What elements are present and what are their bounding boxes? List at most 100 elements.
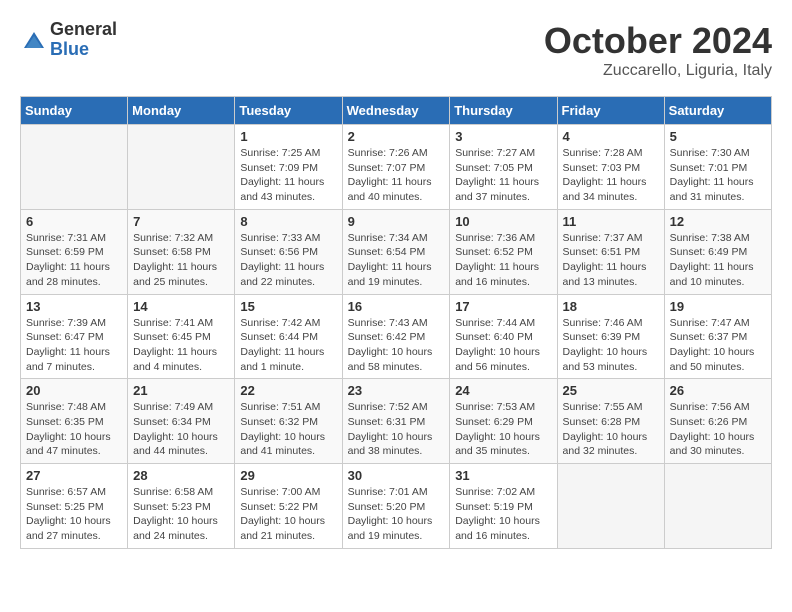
day-number: 20 <box>26 383 122 398</box>
sunrise-text: Sunrise: 7:01 AM <box>348 486 428 498</box>
calendar-day: 18 Sunrise: 7:46 AMSunset: 6:39 PMDayligh… <box>557 294 664 379</box>
header-thursday: Thursday <box>450 97 557 125</box>
day-number: 13 <box>26 299 122 314</box>
daylight-text: Daylight: 11 hours and 34 minutes. <box>563 176 647 203</box>
sunset-text: Sunset: 7:03 PM <box>563 162 641 174</box>
sunrise-text: Sunrise: 7:44 AM <box>455 317 535 329</box>
day-number: 15 <box>240 299 336 314</box>
sunrise-text: Sunrise: 7:39 AM <box>26 317 106 329</box>
daylight-text: Daylight: 11 hours and 43 minutes. <box>240 176 324 203</box>
day-number: 24 <box>455 383 551 398</box>
calendar-day: 7 Sunrise: 7:32 AMSunset: 6:58 PMDaylight… <box>128 209 235 294</box>
sunset-text: Sunset: 6:29 PM <box>455 416 533 428</box>
calendar-day: 27Sunrise: 6:57 AMSunset: 5:25 PMDayligh… <box>21 464 128 549</box>
day-number: 30 <box>348 468 445 483</box>
day-info: Sunrise: 7:53 AMSunset: 6:29 PMDaylight:… <box>455 400 551 459</box>
daylight-text: Daylight: 10 hours and 24 minutes. <box>133 515 218 542</box>
daylight-text: Daylight: 10 hours and 35 minutes. <box>455 431 540 458</box>
sunrise-text: Sunrise: 7:55 AM <box>563 401 643 413</box>
sunrise-text: Sunrise: 7:51 AM <box>240 401 320 413</box>
daylight-text: Daylight: 11 hours and 40 minutes. <box>348 176 432 203</box>
day-info: Sunrise: 7:42 AMSunset: 6:44 PMDaylight:… <box>240 316 336 375</box>
sunset-text: Sunset: 5:23 PM <box>133 501 211 513</box>
calendar-day: 8Sunrise: 7:33 AMSunset: 6:56 PMDaylight… <box>235 209 342 294</box>
month-title: October 2024 <box>544 20 772 62</box>
day-info: Sunrise: 7:37 AMSunset: 6:51 PMDaylight:… <box>563 231 659 290</box>
header-tuesday: Tuesday <box>235 97 342 125</box>
daylight-text: Daylight: 11 hours and 31 minutes. <box>670 176 754 203</box>
day-number: 12 <box>670 214 766 229</box>
sunrise-text: Sunrise: 7:27 AM <box>455 147 535 159</box>
daylight-text: Daylight: 11 hours and 7 minutes. <box>26 346 110 373</box>
sunset-text: Sunset: 6:40 PM <box>455 331 533 343</box>
day-info: Sunrise: 7:32 AMSunset: 6:58 PMDaylight:… <box>133 231 229 290</box>
day-number: 7 <box>133 214 229 229</box>
calendar-week-row: 20 Sunrise: 7:48 AMSunset: 6:35 PMDayligh… <box>21 379 772 464</box>
day-info: Sunrise: 7:48 AMSunset: 6:35 PMDaylight:… <box>26 400 122 459</box>
calendar-day: 29Sunrise: 7:00 AMSunset: 5:22 PMDayligh… <box>235 464 342 549</box>
sunrise-text: Sunrise: 7:32 AM <box>133 232 213 244</box>
sunset-text: Sunset: 6:32 PM <box>240 416 318 428</box>
day-info: Sunrise: 6:57 AMSunset: 5:25 PMDaylight:… <box>26 485 122 544</box>
day-info: Sunrise: 7:34 AMSunset: 6:54 PMDaylight:… <box>348 231 445 290</box>
calendar-day: 23 Sunrise: 7:52 AMSunset: 6:31 PMDayligh… <box>342 379 450 464</box>
sunrise-text: Sunrise: 7:56 AM <box>670 401 750 413</box>
calendar-day: 6Sunrise: 7:31 AMSunset: 6:59 PMDaylight… <box>21 209 128 294</box>
calendar-day: 5Sunrise: 7:30 AMSunset: 7:01 PMDaylight… <box>664 125 771 210</box>
sunrise-text: Sunrise: 7:49 AM <box>133 401 213 413</box>
daylight-text: Daylight: 10 hours and 53 minutes. <box>563 346 648 373</box>
sunset-text: Sunset: 6:47 PM <box>26 331 104 343</box>
sunrise-text: Sunrise: 7:33 AM <box>240 232 320 244</box>
daylight-text: Daylight: 10 hours and 41 minutes. <box>240 431 325 458</box>
logo-general-text: General <box>50 20 117 40</box>
daylight-text: Daylight: 11 hours and 1 minute. <box>240 346 324 373</box>
day-info: Sunrise: 7:39 AM Sunset: 6:47 PM Daylight:… <box>26 316 122 375</box>
sunset-text: Sunset: 6:39 PM <box>563 331 641 343</box>
day-info: Sunrise: 7:33 AMSunset: 6:56 PMDaylight:… <box>240 231 336 290</box>
day-info: Sunrise: 7:52 AMSunset: 6:31 PMDaylight:… <box>348 400 445 459</box>
daylight-text: Daylight: 10 hours and 16 minutes. <box>455 515 540 542</box>
sunrise-text: Sunrise: 7:42 AM <box>240 317 320 329</box>
daylight-text: Daylight: 10 hours and 21 minutes. <box>240 515 325 542</box>
calendar-day: 15 Sunrise: 7:42 AMSunset: 6:44 PMDayligh… <box>235 294 342 379</box>
daylight-text: Daylight: 11 hours and 22 minutes. <box>240 261 324 288</box>
calendar-day: 4Sunrise: 7:28 AMSunset: 7:03 PMDaylight… <box>557 125 664 210</box>
sunset-text: Sunset: 6:34 PM <box>133 416 211 428</box>
day-number: 18 <box>563 299 659 314</box>
day-info: Sunrise: 7:41 AMSunset: 6:45 PMDaylight:… <box>133 316 229 375</box>
day-number: 2 <box>348 129 445 144</box>
calendar-day <box>557 464 664 549</box>
day-info: Sunrise: 7:51 AM Sunset: 6:32 PM Daylight:… <box>240 400 336 459</box>
day-info: Sunrise: 7:46 AMSunset: 6:39 PMDaylight:… <box>563 316 659 375</box>
day-number: 5 <box>670 129 766 144</box>
daylight-text: Daylight: 10 hours and 47 minutes. <box>26 431 111 458</box>
daylight-text: Daylight: 10 hours and 30 minutes. <box>670 431 755 458</box>
sunrise-text: Sunrise: 7:25 AM <box>240 147 320 159</box>
daylight-text: Daylight: 11 hours and 28 minutes. <box>26 261 110 288</box>
daylight-text: Daylight: 10 hours and 44 minutes. <box>133 431 218 458</box>
day-number: 23 <box>348 383 445 398</box>
header-wednesday: Wednesday <box>342 97 450 125</box>
sunrise-text: Sunrise: 7:38 AM <box>670 232 750 244</box>
day-number: 29 <box>240 468 336 483</box>
day-info: Sunrise: 7:44 AMSunset: 6:40 PMDaylight:… <box>455 316 551 375</box>
calendar-day: 21Sunrise: 7:49 AMSunset: 6:34 PMDayligh… <box>128 379 235 464</box>
daylight-text: Daylight: 11 hours and 37 minutes. <box>455 176 539 203</box>
calendar-day <box>21 125 128 210</box>
sunset-text: Sunset: 6:35 PM <box>26 416 104 428</box>
sunrise-text: Sunrise: 6:58 AM <box>133 486 213 498</box>
header-saturday: Saturday <box>664 97 771 125</box>
calendar-day: 28Sunrise: 6:58 AMSunset: 5:23 PMDayligh… <box>128 464 235 549</box>
calendar-day: 1Sunrise: 7:25 AMSunset: 7:09 PMDaylight… <box>235 125 342 210</box>
daylight-text: Daylight: 11 hours and 4 minutes. <box>133 346 217 373</box>
calendar-week-row: 27Sunrise: 6:57 AMSunset: 5:25 PMDayligh… <box>21 464 772 549</box>
day-info: Sunrise: 7:01 AMSunset: 5:20 PMDaylight:… <box>348 485 445 544</box>
sunset-text: Sunset: 6:59 PM <box>26 246 104 258</box>
calendar-day: 9Sunrise: 7:34 AMSunset: 6:54 PMDaylight… <box>342 209 450 294</box>
calendar-day: 20 Sunrise: 7:48 AMSunset: 6:35 PMDayligh… <box>21 379 128 464</box>
calendar-week-row: 13 Sunrise: 7:39 AM Sunset: 6:47 PM Dayligh… <box>21 294 772 379</box>
day-info: Sunrise: 7:27 AMSunset: 7:05 PMDaylight:… <box>455 146 551 205</box>
sunset-text: Sunset: 6:51 PM <box>563 246 641 258</box>
daylight-text: Daylight: 10 hours and 38 minutes. <box>348 431 433 458</box>
sunset-text: Sunset: 6:26 PM <box>670 416 748 428</box>
